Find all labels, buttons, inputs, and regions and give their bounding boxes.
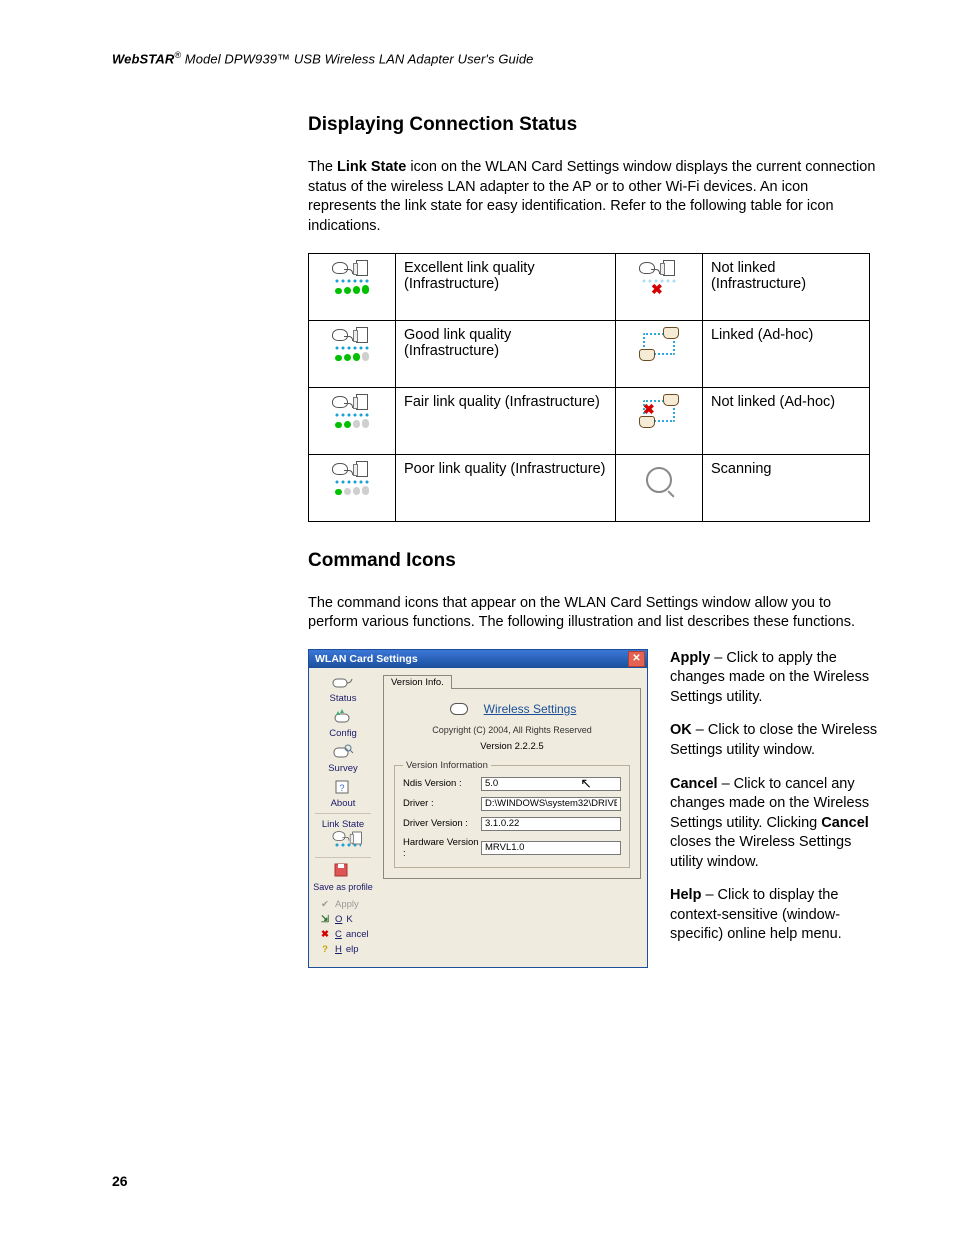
label-not-linked-infra: Not linked (Infrastructure) — [702, 253, 869, 320]
sidebar-link-state: Link State — [311, 817, 375, 854]
cancel-button[interactable]: ✖Cancel — [319, 928, 375, 942]
heading-command-icons: Command Icons — [308, 550, 878, 572]
label-linked-adhoc: Linked (Ad-hoc) — [702, 320, 869, 387]
icon-excellent — [309, 253, 396, 320]
label-scanning: Scanning — [702, 454, 869, 521]
copyright-text: Copyright (C) 2004, All Rights Reserved — [392, 725, 632, 735]
hardware-version-label: Hardware Version : — [403, 837, 481, 859]
tabbar: Version Info. — [383, 672, 641, 689]
heading-connection-status: Displaying Connection Status — [308, 114, 878, 136]
para-command-icons: The command icons that appear on the WLA… — [308, 594, 878, 633]
running-header: WebSTAR® Model DPW939™ USB Wireless LAN … — [112, 50, 874, 66]
label-good: Good link quality (Infrastructure) — [396, 320, 616, 387]
command-descriptions: Apply – Click to apply the changes made … — [670, 649, 878, 959]
link-state-icon — [331, 830, 355, 852]
svg-text:?: ? — [339, 783, 344, 793]
brand-title: Wireless Settings — [484, 702, 577, 716]
icon-not-linked-infra: ✖ — [615, 253, 702, 320]
icon-linked-adhoc — [615, 320, 702, 387]
label-poor: Poor link quality (Infrastructure) — [396, 454, 616, 521]
survey-icon — [331, 744, 355, 762]
close-icon[interactable]: ✕ — [628, 651, 645, 667]
hardware-version-value[interactable] — [481, 841, 621, 855]
page-number: 26 — [112, 1173, 128, 1189]
about-icon: ? — [331, 779, 355, 797]
ok-button[interactable]: ⇲OK — [319, 913, 375, 927]
driver-version-label: Driver Version : — [403, 818, 481, 829]
icon-not-linked-adhoc: ✖ — [615, 387, 702, 454]
group-legend: Version Information — [403, 760, 491, 771]
label-excellent: Excellent link quality (Infrastructure) — [396, 253, 616, 320]
sidebar: Status Config Survey — [309, 668, 377, 967]
version-text: Version 2.2.2.5 — [392, 741, 632, 752]
label-not-linked-adhoc: Not linked (Ad-hoc) — [702, 387, 869, 454]
ndis-value[interactable] — [481, 777, 621, 791]
titlebar[interactable]: WLAN Card Settings ✕ — [309, 650, 647, 668]
save-profile-icon — [331, 863, 355, 881]
sidebar-item-survey[interactable]: Survey — [311, 742, 375, 775]
wlan-settings-window: WLAN Card Settings ✕ Status — [308, 649, 648, 968]
window-title: WLAN Card Settings — [315, 653, 418, 665]
sidebar-item-about[interactable]: ? About — [311, 777, 375, 810]
label-fair: Fair link quality (Infrastructure) — [396, 387, 616, 454]
sidebar-item-config[interactable]: Config — [311, 707, 375, 740]
icon-fair — [309, 387, 396, 454]
sidebar-save-profile[interactable]: Save as profile — [311, 861, 375, 893]
status-icon — [331, 674, 355, 692]
link-state-table: Excellent link quality (Infrastructure) … — [308, 253, 870, 522]
version-info-group: Version Information Ndis Version : Drive… — [394, 760, 630, 868]
icon-good — [309, 320, 396, 387]
ndis-label: Ndis Version : — [403, 778, 481, 789]
apply-button[interactable]: ✔Apply — [319, 898, 375, 912]
driver-version-value[interactable] — [481, 817, 621, 831]
help-button[interactable]: ?Help — [319, 943, 375, 957]
para-connection-status: The Link State icon on the WLAN Card Set… — [308, 158, 878, 236]
sidebar-item-status[interactable]: Status — [311, 672, 375, 705]
wireless-icon — [448, 699, 474, 719]
driver-label: Driver : — [403, 798, 481, 809]
config-icon — [331, 709, 355, 727]
driver-value[interactable] — [481, 797, 621, 811]
tab-version-info[interactable]: Version Info. — [383, 675, 452, 689]
icon-poor — [309, 454, 396, 521]
icon-scanning — [615, 454, 702, 521]
